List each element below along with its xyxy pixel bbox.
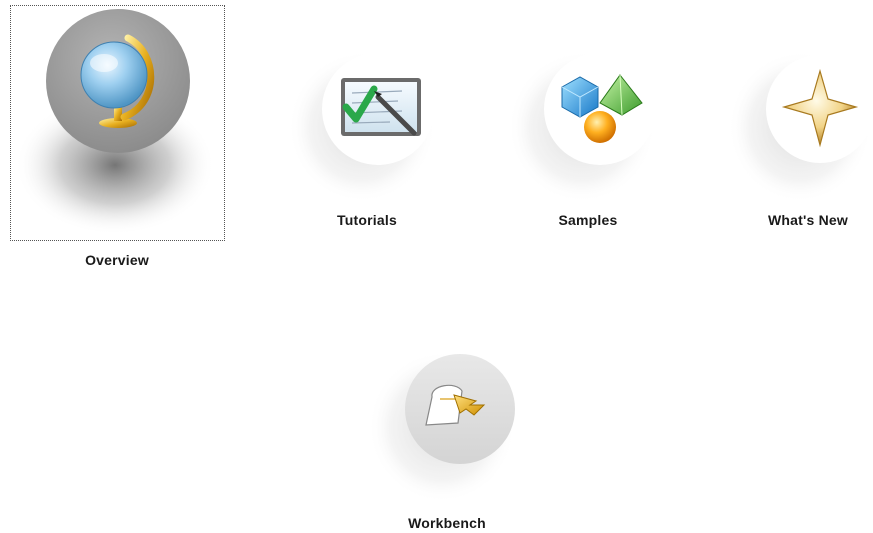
whats-new-shape (728, 51, 873, 203)
tutorials-shape (288, 51, 436, 203)
welcome-page: Overview Tutorials Samples What's New Wo… (0, 0, 873, 533)
overview-button[interactable] (10, 5, 225, 241)
workbench-label: Workbench (408, 515, 486, 531)
workbench-button[interactable] (368, 345, 520, 505)
tutorials-button[interactable] (288, 45, 440, 205)
overview-label: Overview (85, 252, 149, 268)
whats-new-button[interactable] (728, 45, 873, 205)
samples-button[interactable] (508, 45, 660, 205)
whats-new-label: What's New (767, 212, 849, 228)
checklist-icon (341, 78, 421, 136)
workbench-shape (368, 351, 516, 503)
tutorials-label: Tutorials (337, 212, 397, 228)
samples-shape (508, 51, 656, 203)
samples-label: Samples (558, 212, 618, 228)
overview-shape (15, 9, 215, 235)
